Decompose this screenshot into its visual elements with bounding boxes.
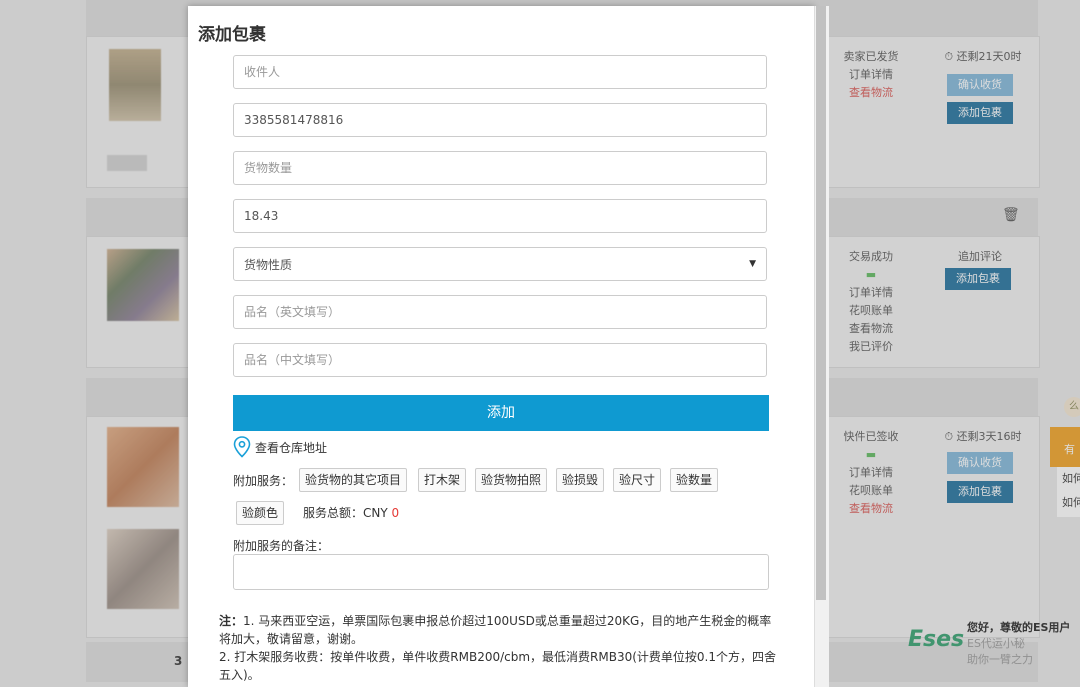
remark-textarea[interactable] [233, 554, 769, 590]
recipient-input[interactable] [233, 55, 767, 89]
notice-line-2: 2. 打木架服务收费：按单件收费，单件收费RMB200/cbm，最低消费RMB3… [219, 650, 777, 682]
remark-label: 附加服务的备注： [233, 539, 330, 553]
service-tag-wooden-frame[interactable]: 打木架 [418, 468, 467, 492]
service-tag-color[interactable]: 验颜色 [236, 501, 285, 525]
service-total-label: 服务总额：CNY [303, 506, 388, 520]
service-tag-size[interactable]: 验尺寸 [613, 468, 662, 492]
product-name-en-input[interactable] [233, 295, 767, 329]
dropdown-caret-icon: ▼ [749, 259, 756, 269]
warehouse-address-label: 查看仓库地址 [255, 440, 328, 455]
services-label: 附加服务： [233, 474, 294, 488]
service-total: 服务总额：CNY 0 [303, 504, 399, 521]
add-button[interactable]: 添加 [233, 395, 769, 431]
notice-text: 注：1. 马来西亚空运，单票国际包裹申报总价超过100USD或总重量超过20KG… [219, 612, 779, 684]
goods-nature-value: 货物性质 [244, 257, 293, 272]
service-tag-damage[interactable]: 验损毁 [556, 468, 605, 492]
add-package-modal: 添加包裹 货物性质 ▼ 添加 查看仓库地址 附加服务： 验货物的其它项目 打木架… [188, 6, 814, 687]
notice-prefix: 注： [219, 614, 244, 628]
product-name-cn-input[interactable] [233, 343, 767, 377]
notice-line-1: 1. 马来西亚空运，单票国际包裹申报总价超过100USD或总重量超过20KG，目… [219, 614, 772, 646]
goods-nature-select[interactable]: 货物性质 ▼ [233, 247, 767, 281]
tracking-number-input[interactable] [233, 103, 767, 137]
service-tag-quantity[interactable]: 验数量 [670, 468, 719, 492]
weight-input[interactable] [233, 199, 767, 233]
service-tag-photo[interactable]: 验货物拍照 [475, 468, 548, 492]
modal-title: 添加包裹 [198, 25, 266, 45]
modal-scrollbar-thumb[interactable] [816, 6, 826, 600]
warehouse-address-link[interactable]: 查看仓库地址 [233, 436, 327, 458]
location-pin-icon [233, 436, 251, 458]
quantity-input[interactable] [233, 151, 767, 185]
service-total-value: 0 [391, 506, 400, 520]
service-tag-other-items[interactable]: 验货物的其它项目 [299, 468, 408, 492]
